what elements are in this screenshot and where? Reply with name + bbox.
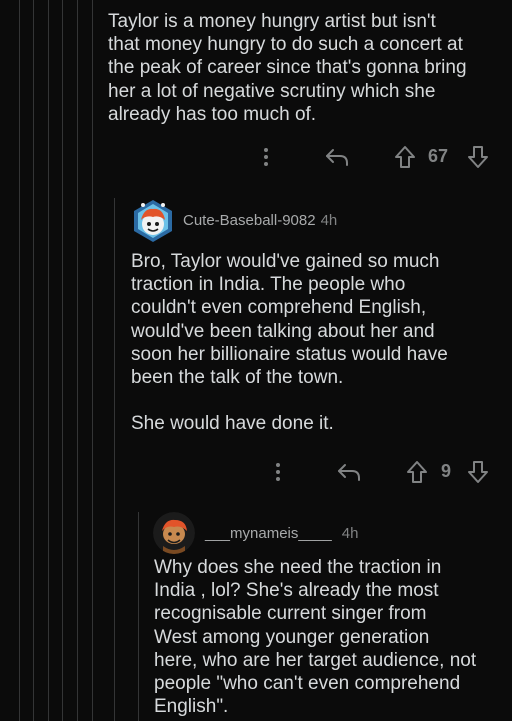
upvote-button[interactable] [391,143,419,171]
thread-line-3 [48,0,49,721]
snoo-avatar-icon [153,512,195,554]
more-options-button[interactable] [256,145,276,169]
comment-line: that money hungry to do such a concert a… [108,34,463,56]
downvote-arrow-icon [468,461,488,483]
comment-line: traction in India. The people who [131,274,406,296]
reply-arrow-icon [326,149,348,166]
username-link[interactable]: ___mynameis____ [205,525,332,542]
comment-line: Taylor is a money hungry artist but isn'… [108,11,436,32]
comment-line: English". [154,696,229,718]
upvote-button[interactable] [403,458,431,486]
reply-button[interactable] [334,458,364,486]
comment-line: here, who are her target audience, not [154,649,477,671]
username-link[interactable]: Cute-Baseball-9082 [183,212,316,229]
comment-line: Bro, Taylor would've gained so much [131,251,440,272]
comment-line: people "who can't even comprehend [154,673,461,695]
comment-line: been the talk of the town. [131,367,344,389]
comment-line: She would have done it. [131,413,334,435]
downvote-arrow-icon [468,146,488,168]
comment-line: Why does she need the traction in [154,557,442,578]
avatar[interactable] [153,512,195,554]
comment-line: recognisable current singer from [154,603,427,625]
timestamp: 4h [341,525,359,542]
thread-line-6 [92,0,93,721]
thread-line-5 [77,0,78,721]
thread-line-1 [19,0,20,721]
comment-body: Bro, Taylor would've gained so much trac… [131,250,448,436]
comment-line: India , lol? She's already the most [154,580,439,602]
thread-line-7[interactable] [114,198,115,721]
comment-line: couldn't even comprehend English, [131,297,427,319]
vertical-dots-icon [276,463,280,481]
snoo-avatar-icon [134,200,172,242]
thread-line-4 [62,0,63,721]
comment-line: would've been talking about her and [131,320,435,342]
reply-arrow-icon [338,464,360,481]
thread-line-2 [33,0,34,721]
timestamp: 4h [320,212,338,229]
vote-count: 9 [441,461,452,481]
upvote-arrow-icon [395,146,415,168]
comment-author-row: Cute-Baseball-9082 4h [183,212,337,229]
downvote-button[interactable] [464,143,492,171]
comment-line: already has too much of. [108,103,317,125]
comment-line: soon her billionaire status would have [131,343,448,365]
vote-count: 67 [428,146,449,166]
thread-line-8[interactable] [138,512,139,721]
comment-author-row: ___mynameis____ 4h [205,525,358,542]
upvote-arrow-icon [407,461,427,483]
vertical-dots-icon [264,148,268,166]
comment-line: West among younger generation [154,626,430,648]
comment-body: Taylor is a money hungry artist but isn'… [108,10,467,126]
more-options-button[interactable] [268,460,288,484]
avatar[interactable] [130,198,176,244]
downvote-button[interactable] [464,458,492,486]
comment-line: the peak of career since that's gonna br… [108,57,467,79]
comment-body: Why does she need the traction in India … [154,556,476,718]
reply-button[interactable] [322,143,352,171]
comment-line: her a lot of negative scrutiny which she [108,80,436,102]
